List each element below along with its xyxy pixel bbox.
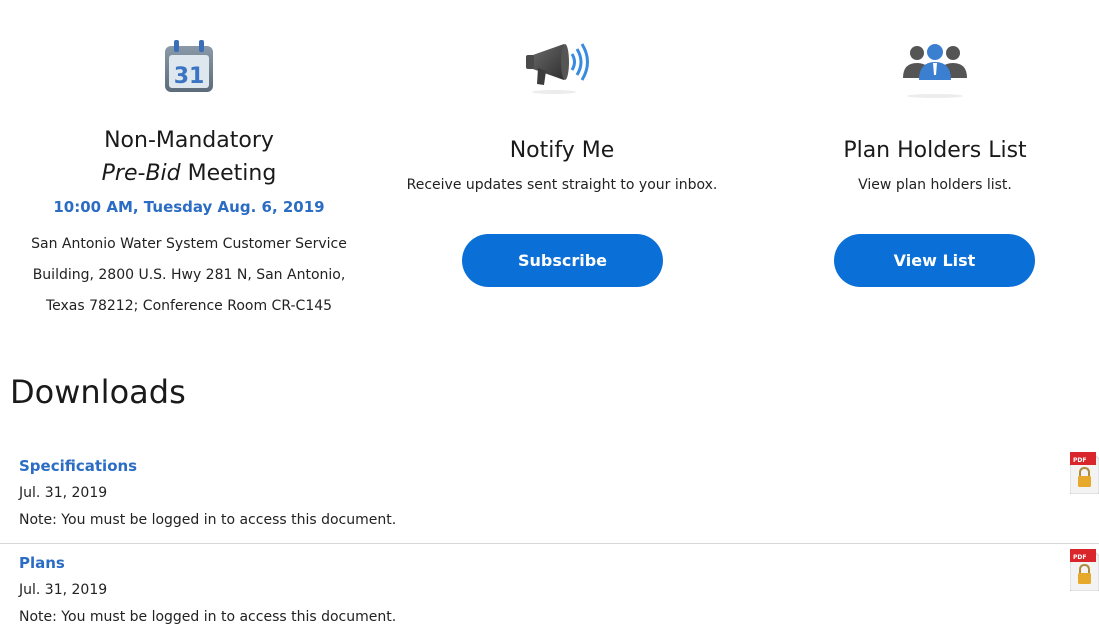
notify-description: Receive updates sent straight to your in… xyxy=(406,177,718,193)
calendar-icon: 31 xyxy=(164,38,214,93)
meeting-title: Non-Mandatory Pre-Bid Meeting xyxy=(0,124,378,190)
download-item: Specifications Jul. 31, 2019 Note: You m… xyxy=(0,451,1099,544)
plans-link[interactable]: Plans xyxy=(19,554,65,572)
locked-pdf-icon[interactable]: PDF xyxy=(1069,451,1099,495)
meeting-title-line2: Pre-Bid Meeting xyxy=(0,157,378,190)
login-note: Note: You must be logged in to access th… xyxy=(19,512,397,528)
svg-text:PDF: PDF xyxy=(1073,554,1086,561)
meeting-title-line1: Non-Mandatory xyxy=(104,128,274,153)
plan-holders-title: Plan Holders List xyxy=(843,138,1027,163)
download-item: Plans Jul. 31, 2019 Note: You must be lo… xyxy=(0,548,1099,635)
locked-pdf-icon[interactable]: PDF xyxy=(1069,548,1099,592)
view-list-button[interactable]: View List xyxy=(834,234,1035,287)
meeting-address: San Antonio Water System Customer Servic… xyxy=(31,236,347,314)
meeting-title-rest: Meeting xyxy=(180,161,277,186)
svg-text:31: 31 xyxy=(174,64,205,89)
login-note: Note: You must be logged in to access th… xyxy=(19,609,397,625)
svg-text:PDF: PDF xyxy=(1073,457,1086,464)
megaphone-icon xyxy=(524,38,600,96)
meeting-time: 10:00 AM, Tuesday Aug. 6, 2019 xyxy=(53,198,325,216)
subscribe-button[interactable]: Subscribe xyxy=(462,234,663,287)
meeting-title-italic: Pre-Bid xyxy=(101,161,181,186)
specifications-link[interactable]: Specifications xyxy=(19,457,137,475)
plan-holders-description: View plan holders list. xyxy=(858,177,1012,193)
downloads-heading: Downloads xyxy=(10,373,186,411)
document-date: Jul. 31, 2019 xyxy=(19,582,108,598)
document-date: Jul. 31, 2019 xyxy=(19,485,108,501)
notify-title: Notify Me xyxy=(509,138,615,163)
people-icon xyxy=(899,42,971,100)
